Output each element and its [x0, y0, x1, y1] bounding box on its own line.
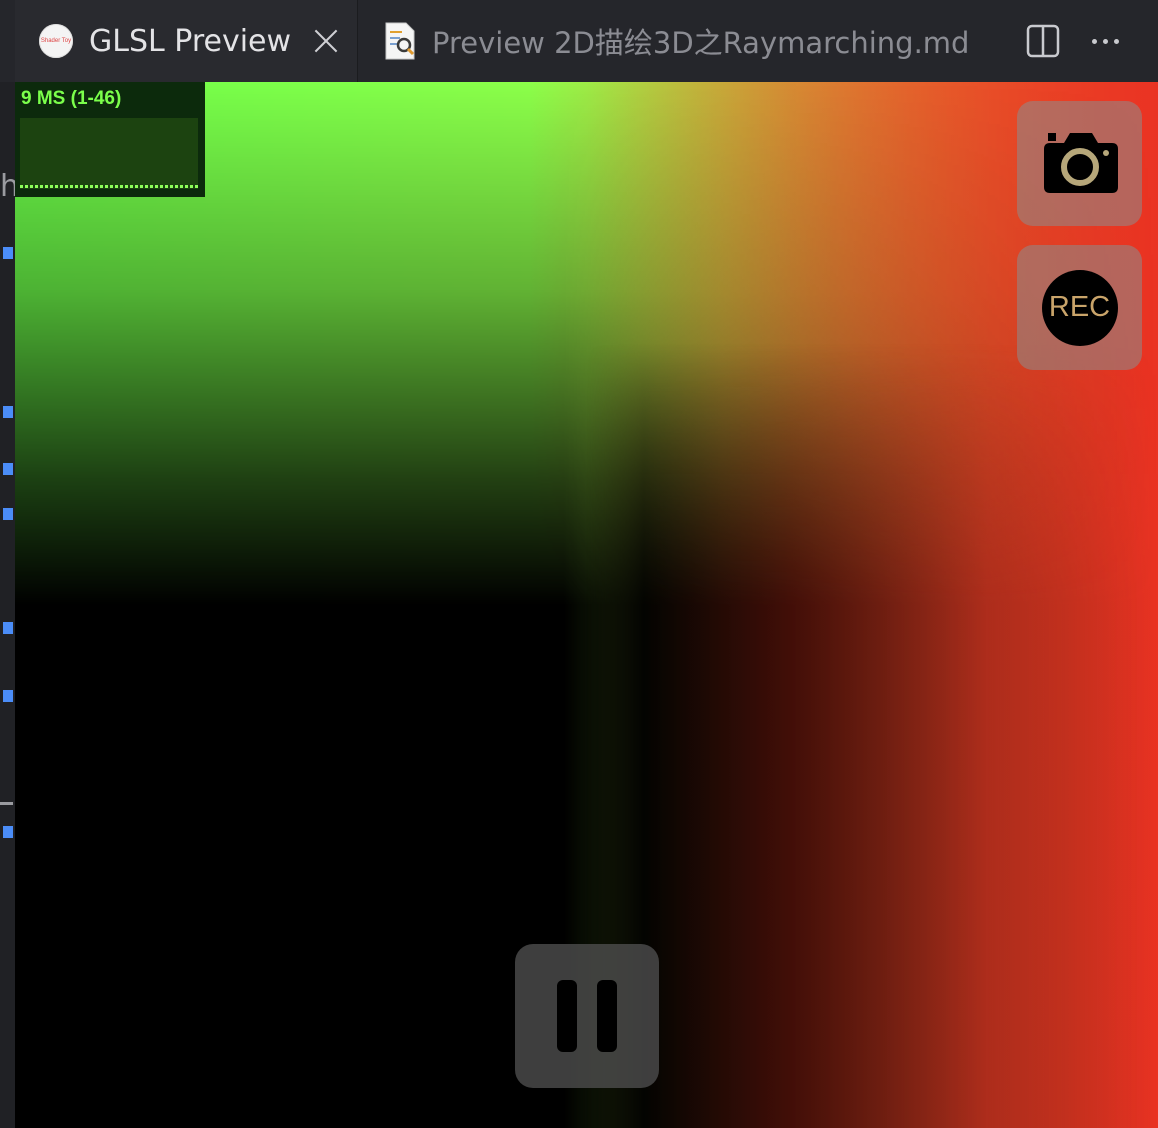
change-marker	[3, 622, 13, 634]
pause-button[interactable]	[515, 944, 659, 1088]
change-marker	[3, 463, 13, 475]
change-marker	[3, 406, 13, 418]
dot	[1102, 38, 1108, 44]
editor-gutter: h	[0, 82, 19, 1128]
frame-time-graph	[20, 118, 198, 189]
tab-label: GLSL Preview	[89, 23, 292, 59]
pause-icon	[557, 980, 577, 1052]
pause-icon	[597, 980, 617, 1052]
change-marker	[3, 508, 13, 520]
record-icon: REC	[1041, 269, 1118, 346]
frame-time-label: 9 MS (1-46)	[21, 88, 122, 109]
dot	[1091, 38, 1097, 44]
editor-tab-bar: Shader Toy GLSL Preview Preview 2D描绘3D之R…	[0, 0, 1158, 83]
gutter-dash	[0, 802, 13, 805]
change-marker	[3, 826, 13, 838]
shadertoy-icon: Shader Toy	[39, 24, 73, 58]
markdown-preview-icon	[382, 21, 418, 61]
record-label: REC	[1048, 291, 1111, 323]
camera-icon	[1043, 132, 1118, 193]
screenshot-button[interactable]	[1017, 101, 1142, 226]
shadertoy-icon-text: Shader Toy	[40, 37, 72, 44]
close-icon[interactable]	[313, 28, 339, 54]
change-marker	[3, 690, 13, 702]
dot	[1113, 38, 1119, 44]
split-editor-icon[interactable]	[1024, 22, 1062, 60]
change-marker	[3, 247, 13, 259]
frame-time-line	[20, 185, 198, 188]
tab-markdown-preview[interactable]: Preview 2D描绘3D之Raymarching.md	[358, 0, 998, 82]
tab-glsl-preview[interactable]: Shader Toy GLSL Preview	[15, 0, 358, 82]
record-button[interactable]: REC	[1017, 245, 1142, 370]
fps-stats-panel: 9 MS (1-46)	[15, 82, 205, 197]
tab-label: Preview 2D描绘3D之Raymarching.md	[432, 26, 970, 60]
more-actions-icon[interactable]	[1086, 22, 1124, 60]
